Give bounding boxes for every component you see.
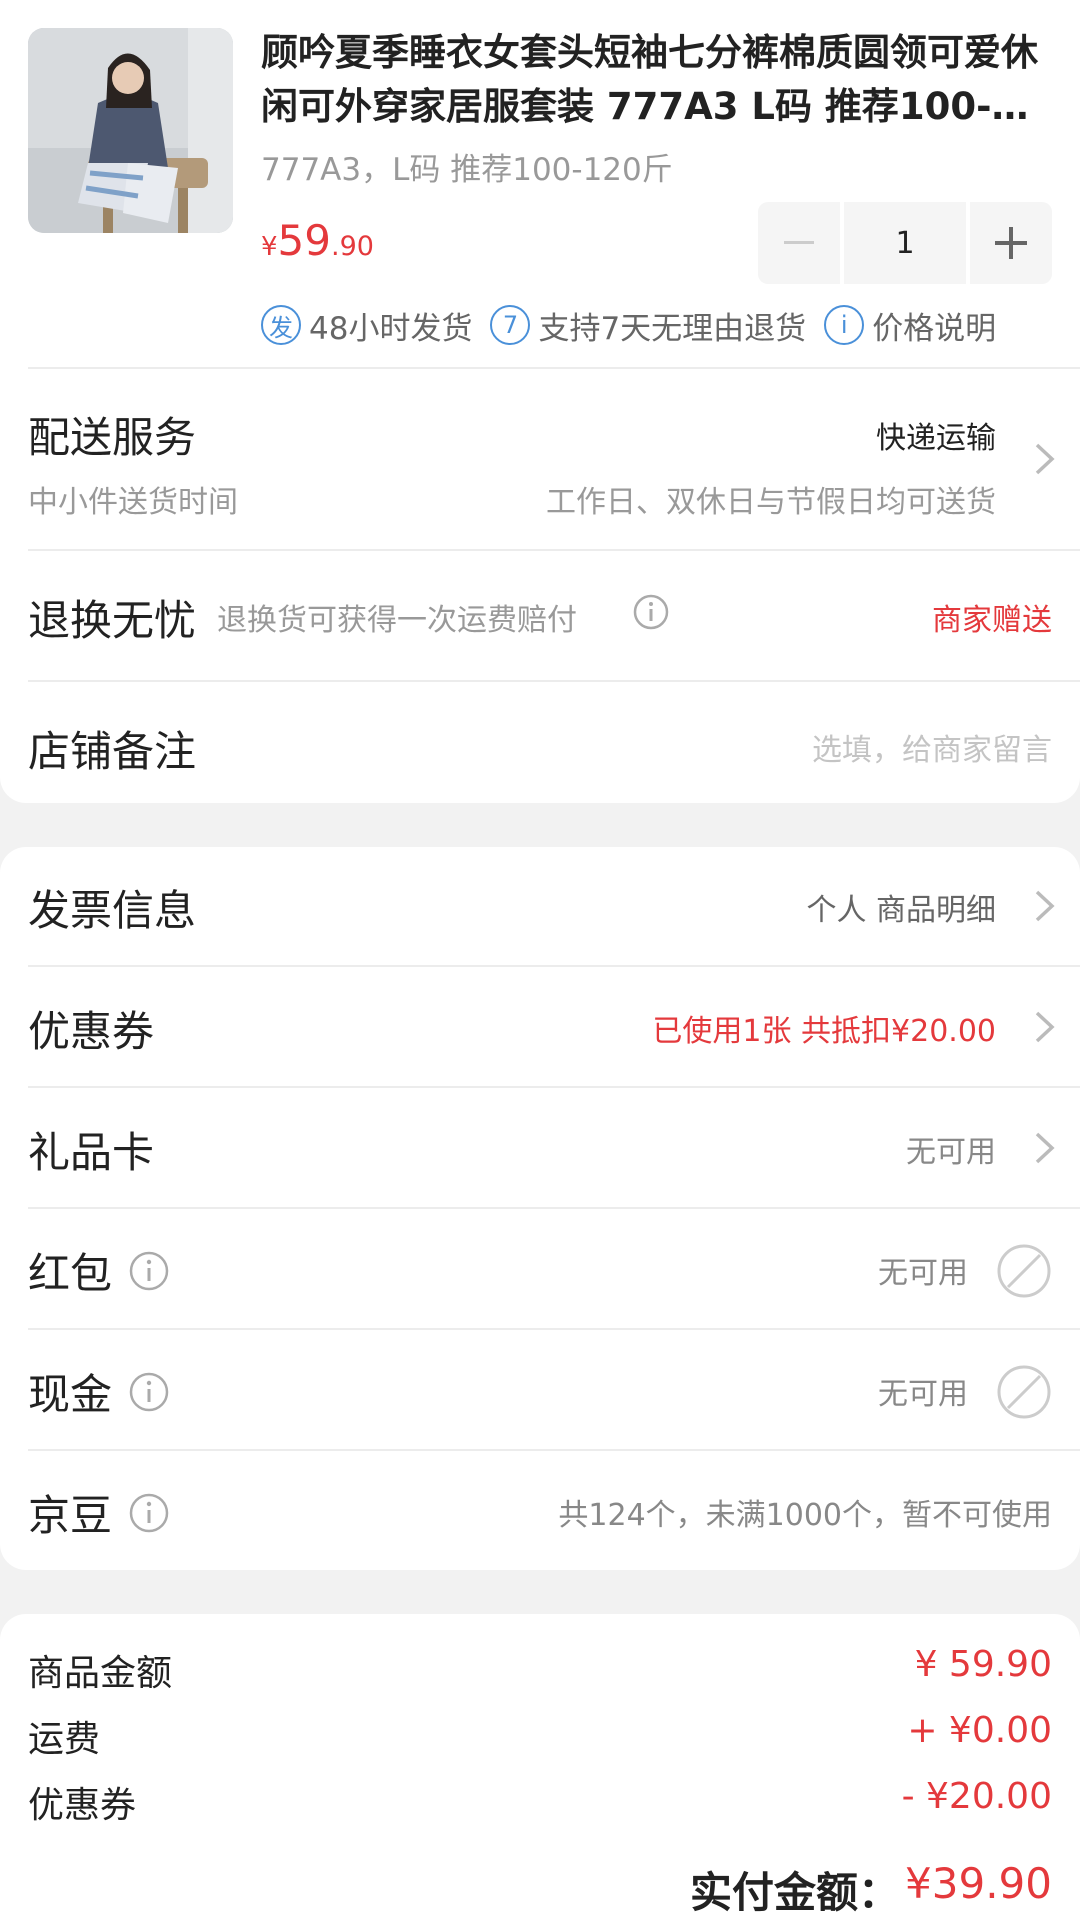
info-icon[interactable]	[128, 1250, 170, 1292]
product-thumbnail[interactable]	[28, 28, 233, 233]
service-tag-return: 7 支持7天无理由退货	[490, 303, 806, 348]
order-item-card: 顾吟夏季睡衣女套头短袖七分裤棉质圆领可爱休闲可外穿家居服套装 777A3 L码 …	[0, 0, 1080, 803]
divider	[28, 367, 1080, 369]
product-spec: 777A3，L码 推荐100-120斤	[261, 152, 673, 188]
payment-options-card: 发票信息 个人 商品明细 优惠券 已使用1张 共抵扣¥20.00 礼品卡 无可用…	[0, 847, 1080, 1570]
delivery-time-label: 中小件送货时间	[28, 485, 238, 520]
info-icon[interactable]	[128, 1371, 170, 1413]
minus-icon	[784, 241, 814, 244]
service-tags: 发 48小时发货 7 支持7天无理由退货 i 价格说明	[261, 303, 1014, 347]
decrease-quantity-button[interactable]	[758, 202, 840, 284]
price-summary-card: 商品金额 ¥ 59.90 运费 + ¥0.00 优惠券 - ¥20.00 实付金…	[0, 1614, 1080, 1917]
chevron-right-icon	[1035, 443, 1055, 475]
jd-beans-label: 京豆	[28, 1491, 113, 1540]
disabled-icon	[997, 1244, 1051, 1298]
price-integer: 59	[277, 216, 331, 265]
divider	[28, 1328, 1080, 1330]
gift-card-label: 礼品卡	[28, 1128, 155, 1177]
total-paid-value: ¥39.90	[905, 1859, 1052, 1908]
disabled-icon	[997, 1365, 1051, 1419]
chevron-right-icon	[1035, 1132, 1055, 1164]
delivery-time-value: 工作日、双休日与节假日均可送货	[546, 485, 996, 520]
total-paid-label: 实付金额：	[690, 1868, 901, 1917]
coupon-discount-label: 优惠券	[28, 1785, 137, 1826]
goods-amount-value: ¥ 59.90	[914, 1644, 1052, 1685]
price-currency: ¥	[261, 232, 278, 262]
price-explanation-link[interactable]: i 价格说明	[824, 303, 996, 348]
info-icon: i	[824, 305, 865, 345]
goods-amount-label: 商品金额	[28, 1653, 173, 1694]
jd-beans-value: 共124个，未满1000个，暂不可使用	[558, 1498, 1052, 1533]
red-packet-value: 无可用	[878, 1256, 968, 1291]
cash-label: 现金	[28, 1370, 113, 1419]
service-tag-label: 48小时发货	[309, 310, 473, 347]
store-remark-label: 店铺备注	[28, 727, 197, 776]
seven-day-return-icon: 7	[490, 305, 531, 345]
product-title[interactable]: 顾吟夏季睡衣女套头短袖七分裤棉质圆领可爱休闲可外穿家居服套装 777A3 L码 …	[261, 26, 1041, 134]
info-icon[interactable]	[632, 593, 670, 631]
info-icon[interactable]	[128, 1492, 170, 1534]
quantity-stepper: 1	[758, 202, 1052, 284]
chevron-right-icon	[1035, 1011, 1055, 1043]
service-tag-label: 价格说明	[872, 310, 997, 347]
divider	[28, 549, 1080, 551]
invoice-label: 发票信息	[28, 886, 197, 935]
return-worry-free-desc: 退换货可获得一次运费赔付	[217, 603, 577, 638]
plus-icon	[995, 227, 1027, 259]
quantity-input[interactable]: 1	[844, 202, 966, 284]
return-worry-free-label: 退换无忧	[28, 596, 197, 645]
divider	[28, 1449, 1080, 1451]
delivery-method: 快递运输	[876, 421, 996, 456]
divider	[28, 965, 1080, 967]
return-worry-free-value: 商家赠送	[932, 603, 1052, 638]
divider	[28, 1207, 1080, 1209]
delivery-service-label: 配送服务	[28, 413, 197, 462]
price-decimal: .90	[331, 231, 374, 262]
shipping-fee-label: 运费	[28, 1719, 101, 1760]
cash-value: 无可用	[878, 1377, 968, 1412]
ship-badge-icon: 发	[261, 305, 301, 345]
chevron-right-icon	[1035, 890, 1055, 922]
shipping-fee-value: + ¥0.00	[907, 1710, 1052, 1751]
increase-quantity-button[interactable]	[970, 202, 1052, 284]
service-tag-label: 支持7天无理由退货	[538, 310, 807, 347]
coupon-discount-value: - ¥20.00	[901, 1776, 1052, 1817]
invoice-value: 个人 商品明细	[806, 893, 996, 928]
coupon-label: 优惠券	[28, 1007, 155, 1056]
red-packet-label: 红包	[28, 1249, 113, 1298]
product-price: ¥59.90	[261, 216, 374, 265]
gift-card-value: 无可用	[906, 1135, 996, 1170]
service-tag-shipping: 发 48小时发货	[261, 303, 472, 348]
divider	[28, 680, 1080, 682]
coupon-value: 已使用1张 共抵扣¥20.00	[652, 1014, 996, 1049]
divider	[28, 1086, 1080, 1088]
store-remark-input[interactable]: 选填，给商家留言	[812, 725, 1052, 769]
